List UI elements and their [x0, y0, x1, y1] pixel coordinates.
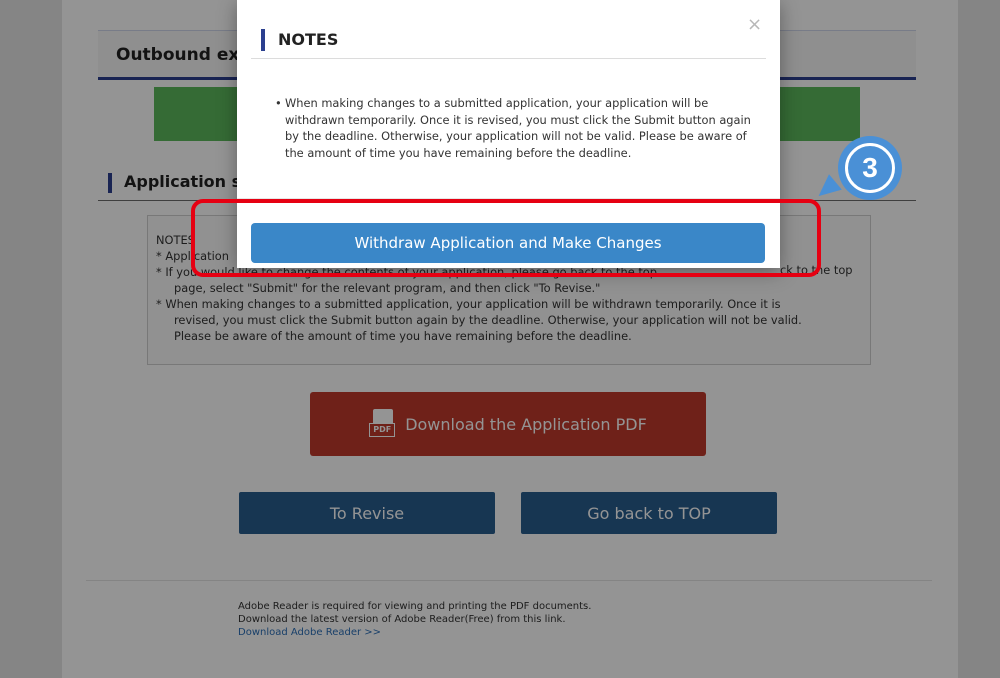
- modal-divider: [251, 58, 766, 59]
- close-icon[interactable]: ×: [747, 14, 762, 35]
- modal-title: NOTES: [278, 30, 339, 49]
- modal-title-marker: [261, 29, 265, 51]
- modal-body-text: When making changes to a submitted appli…: [285, 96, 751, 160]
- highlight-outline: [191, 199, 821, 277]
- step-number-badge: 3: [838, 136, 902, 200]
- modal-body: • When making changes to a submitted app…: [275, 95, 755, 161]
- bullet: •: [275, 96, 282, 110]
- step-number: 3: [862, 152, 878, 183]
